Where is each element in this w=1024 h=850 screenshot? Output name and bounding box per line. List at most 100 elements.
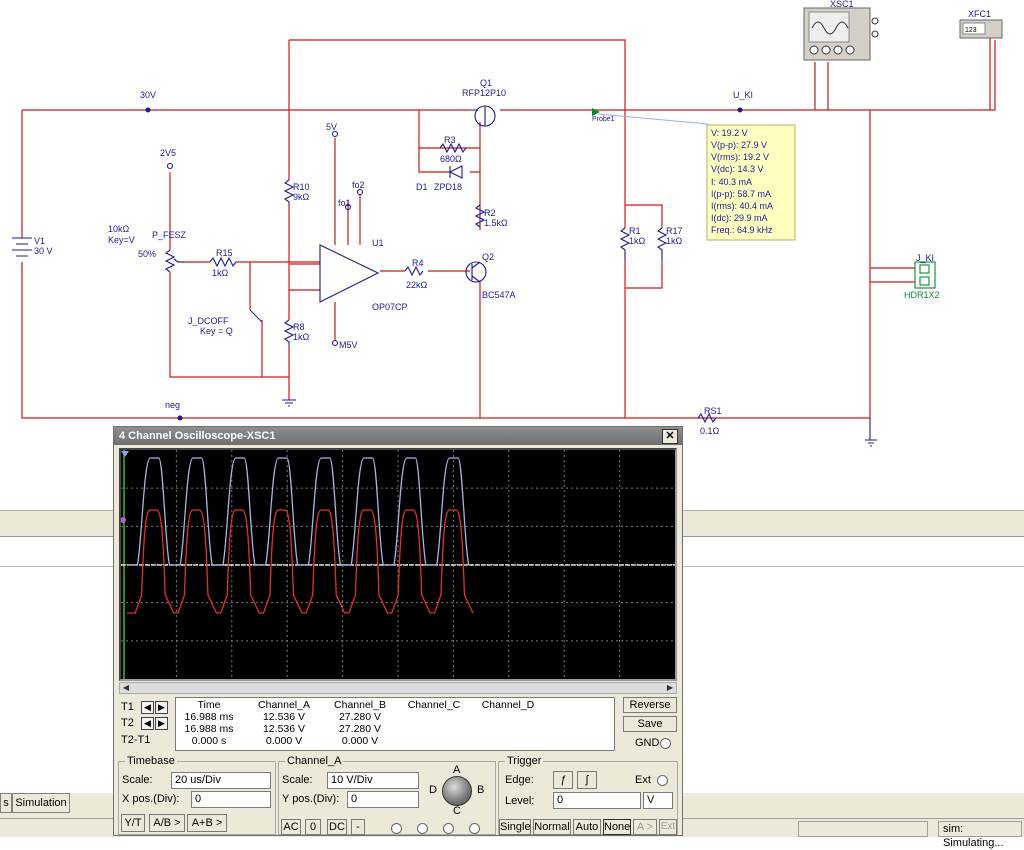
r3-label: R3: [444, 135, 456, 145]
schematic-components: [12, 105, 936, 447]
cell: 0.000 V: [341, 735, 379, 747]
scope-hscrollbar[interactable]: ◀ ▶: [119, 682, 677, 694]
j-ki-label: J_KI: [916, 253, 934, 263]
r10-value: 9kΩ: [293, 192, 310, 202]
mode-ab-button[interactable]: A/B >: [149, 814, 185, 832]
ext-trigger-terminal-icon[interactable]: [657, 775, 668, 786]
col-header: Time: [197, 699, 221, 711]
col-header: Channel_B: [334, 699, 386, 711]
xpos-field[interactable]: 0: [191, 791, 271, 808]
mode-yt-button[interactable]: Y/T: [121, 814, 145, 832]
trigger-ext-button[interactable]: Ext: [659, 819, 677, 835]
channel-title: Channel_A: [285, 755, 344, 767]
xsc1-label: XSC1: [830, 0, 854, 9]
channel-a-terminal-icon[interactable]: [391, 823, 402, 834]
col-channel-a: Channel_A 12.536 V 12.536 V 0.000 V: [248, 699, 320, 747]
scroll-right-icon[interactable]: ▶: [664, 683, 676, 693]
scope-display: [120, 450, 675, 679]
probe-v: V: 19.2 V: [711, 128, 748, 138]
rs1-label: RS1: [704, 406, 722, 416]
tab-s[interactable]: s: [0, 793, 12, 813]
r2-label: R2: [484, 208, 496, 218]
save-button[interactable]: Save: [623, 716, 677, 732]
trigger-a-button[interactable]: A >: [633, 819, 657, 835]
trigger-single-button[interactable]: Single: [499, 819, 531, 835]
r1-label: R1: [629, 226, 641, 236]
pot-key: Key=V: [108, 235, 135, 245]
channel-selector-knob-icon[interactable]: [442, 776, 472, 806]
knob-b-label: B: [477, 784, 485, 796]
rising-edge-icon[interactable]: ƒ: [553, 771, 573, 789]
trigger-normal-button[interactable]: Normal: [533, 819, 571, 835]
d1-part: ZPD18: [434, 182, 462, 192]
channel-d-terminal-icon[interactable]: [469, 823, 480, 834]
t1-left-icon[interactable]: ◀: [141, 701, 154, 714]
knob-d-label: D: [429, 784, 437, 796]
trigger-group: Trigger Edge: ƒ ʃ Ext Level: 0 V Single …: [498, 755, 678, 835]
r15-value: 1kΩ: [212, 268, 229, 278]
probe-flag-icon[interactable]: [592, 108, 600, 116]
col-time: Time 16.988 ms 16.988 ms 0.000 s: [180, 699, 238, 747]
timebase-scale-label: Scale:: [122, 774, 153, 786]
coupling-ac-button[interactable]: AC: [281, 819, 301, 835]
oscilloscope-window[interactable]: 4 Channel Oscilloscope-XSC1 ✕ ◀ ▶ T1 ◀ ▶…: [113, 426, 683, 836]
probe-freq: Freq.: 64.9 kHz: [711, 225, 773, 235]
mode-aplusb-button[interactable]: A+B >: [187, 814, 227, 832]
col-channel-b: Channel_B 27.280 V 27.280 V 0.000 V: [324, 699, 396, 747]
col-header: Channel_D: [481, 699, 535, 711]
scope-titlebar[interactable]: 4 Channel Oscilloscope-XSC1 ✕: [114, 427, 682, 445]
knob-a-label: A: [453, 764, 461, 776]
xfc1-label: XFC1: [968, 9, 991, 19]
pot-name: P_FESZ: [152, 230, 187, 240]
t2-right-icon[interactable]: ▶: [155, 717, 168, 730]
cell: 27.280 V: [338, 711, 382, 723]
probe-vpp: V(p-p): 27.9 V: [711, 140, 767, 150]
level-label: Level:: [505, 795, 535, 807]
coupling-minus-button[interactable]: -: [351, 819, 365, 835]
trigger-none-button[interactable]: None: [603, 819, 631, 835]
cursor-t1-marker-icon: [121, 451, 129, 457]
q1-label: Q1: [480, 78, 492, 88]
channel-scale-field[interactable]: 10 V/Div: [327, 772, 419, 789]
reverse-button[interactable]: Reverse: [623, 697, 677, 713]
trigger-auto-button[interactable]: Auto: [573, 819, 601, 835]
j-dcoff-key: Key = Q: [200, 326, 233, 336]
coupling-zero-button[interactable]: 0: [305, 819, 321, 835]
probe-ipp: I(p-p): 58.7 mA: [711, 189, 771, 199]
probe-vdc: V(dc): 14.3 V: [711, 164, 764, 174]
level-unit-select[interactable]: V: [643, 792, 673, 809]
scope-screen[interactable]: [119, 448, 677, 681]
probe-irms: I(rms): 40.4 mA: [711, 201, 773, 211]
channel-c-terminal-icon[interactable]: [443, 823, 454, 834]
t1-label: T1: [121, 701, 134, 713]
r4-label: R4: [412, 258, 424, 268]
t2-left-icon[interactable]: ◀: [141, 717, 154, 730]
r10-label: R10: [293, 182, 310, 192]
fo1-label: fo1: [338, 198, 351, 208]
timebase-title: Timebase: [125, 755, 177, 767]
v1-label: V1: [34, 236, 45, 246]
xfc1-display: 123: [965, 27, 977, 34]
tab-simulation[interactable]: Simulation: [12, 793, 70, 813]
t1-right-icon[interactable]: ▶: [155, 701, 168, 714]
r17-value: 1kΩ: [666, 236, 683, 246]
coupling-dc-button[interactable]: DC: [327, 819, 347, 835]
ypos-field[interactable]: 0: [347, 791, 419, 808]
u1-label: U1: [372, 238, 384, 248]
gnd-terminal-icon[interactable]: [660, 738, 671, 749]
t2-label: T2: [121, 717, 134, 729]
neg-label: neg: [165, 400, 180, 410]
scroll-left-icon[interactable]: ◀: [120, 683, 132, 693]
col-header: Channel_A: [258, 699, 310, 711]
v5-label: 5V: [326, 122, 337, 132]
falling-edge-icon[interactable]: ʃ: [577, 771, 597, 789]
close-button[interactable]: ✕: [662, 429, 678, 444]
xsc1-instrument[interactable]: [803, 7, 879, 61]
q2-label: Q2: [482, 252, 494, 262]
timebase-group: Timebase Scale: 20 us/Div X pos.(Div): 0…: [118, 755, 276, 835]
channel-b-terminal-icon[interactable]: [417, 823, 428, 834]
timebase-scale-field[interactable]: 20 us/Div: [171, 772, 271, 789]
level-field[interactable]: 0: [553, 792, 641, 809]
xpos-label: X pos.(Div):: [122, 793, 180, 805]
cursor-panel: T1 ◀ ▶ T2 ◀ ▶ T2-T1 Time 16.988 ms 16.98…: [119, 697, 619, 753]
